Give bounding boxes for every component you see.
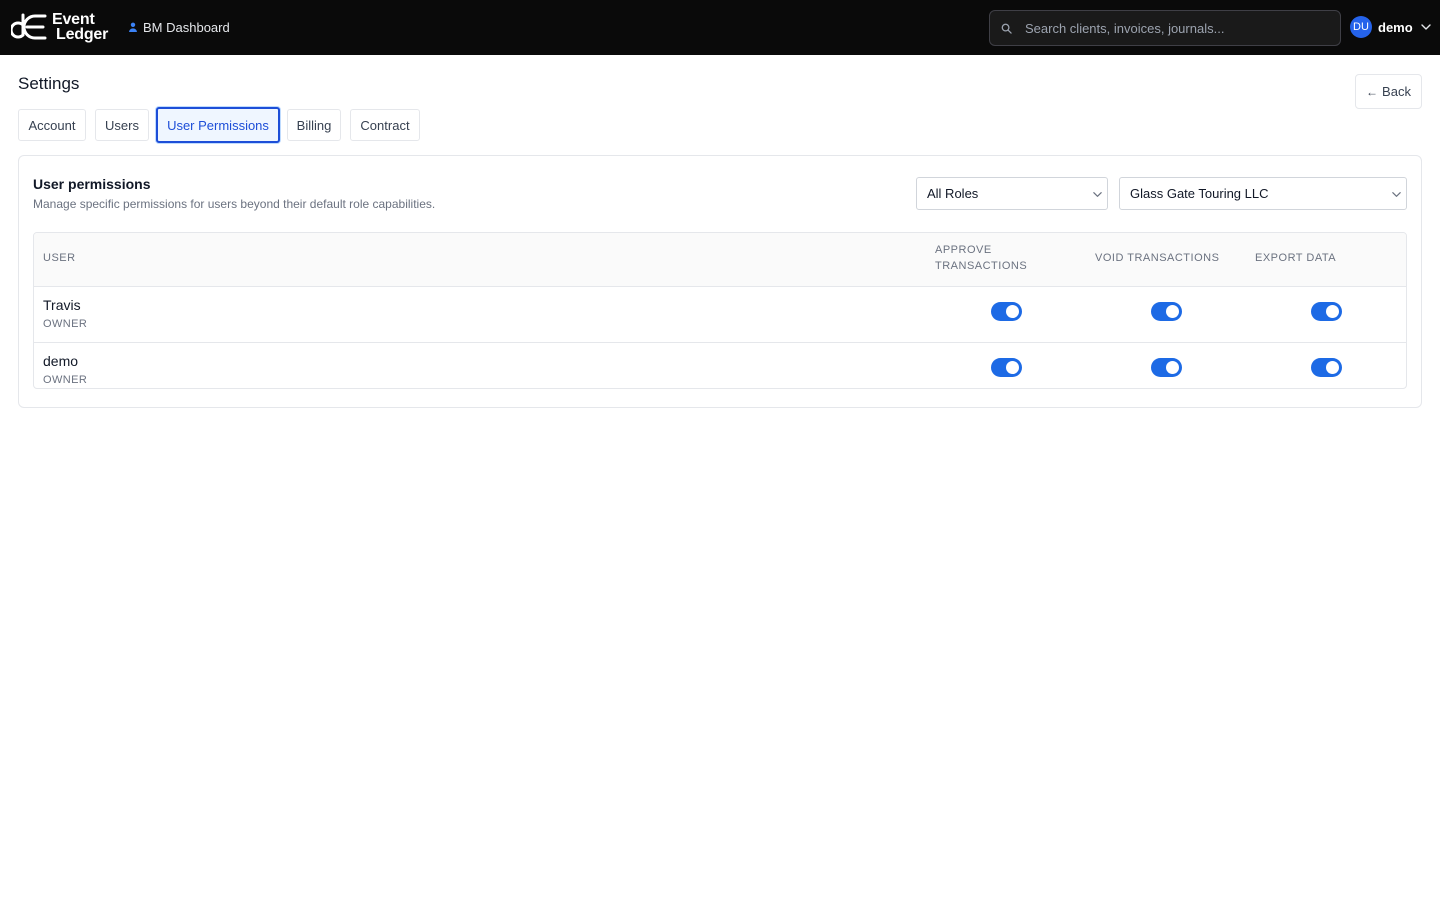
export-data-toggle[interactable]: [1311, 358, 1342, 377]
tab-users[interactable]: Users: [95, 109, 149, 141]
column-header-approve: APPROVE TRANSACTIONS: [935, 242, 1027, 274]
search-icon: [1001, 23, 1012, 34]
export-data-toggle[interactable]: [1311, 302, 1342, 321]
user-name: demo: [1378, 19, 1413, 35]
chevron-down-icon: [1420, 24, 1431, 30]
user-name: Travis: [43, 297, 81, 313]
tab-account[interactable]: Account: [18, 109, 86, 141]
tab-contract[interactable]: Contract: [350, 109, 420, 141]
company-filter-select[interactable]: Glass Gate Touring LLC: [1119, 177, 1407, 210]
column-header-approve-line1: APPROVE: [935, 244, 992, 256]
tab-billing[interactable]: Billing: [287, 109, 341, 141]
global-search[interactable]: [989, 10, 1341, 46]
logo-text-line1: Event: [52, 11, 95, 28]
back-button-label: Back: [1382, 84, 1411, 99]
void-transactions-toggle[interactable]: [1151, 358, 1182, 377]
void-transactions-toggle[interactable]: [1151, 302, 1182, 321]
role-filter-select[interactable]: All Roles: [916, 177, 1108, 210]
user-role: OWNER: [43, 374, 88, 386]
back-button[interactable]: ← Back: [1355, 74, 1422, 109]
logo-wordmark: Event Ledger: [52, 11, 109, 43]
column-header-user: USER: [43, 252, 76, 264]
bm-dashboard-link[interactable]: BM Dashboard: [128, 18, 230, 36]
column-header-void: VOID TRANSACTIONS: [1095, 252, 1220, 264]
logo-mark-icon: [11, 13, 47, 40]
role-filter-value: All Roles: [927, 186, 979, 201]
page-title: Settings: [18, 74, 80, 93]
table-header: USER APPROVE TRANSACTIONS VOID TRANSACTI…: [34, 233, 1406, 287]
tab-user-permissions[interactable]: User Permissions: [156, 107, 280, 143]
column-header-export: EXPORT DATA: [1255, 252, 1337, 264]
permissions-table: USER APPROVE TRANSACTIONS VOID TRANSACTI…: [33, 232, 1407, 389]
table-row: demo OWNER: [34, 343, 1406, 388]
bm-dashboard-label: BM Dashboard: [143, 19, 230, 35]
logo-text-line2: Ledger: [56, 26, 109, 43]
card-subtitle: Manage specific permissions for users be…: [33, 197, 436, 211]
column-header-approve-line2: TRANSACTIONS: [935, 260, 1028, 272]
search-input[interactable]: [1025, 20, 1325, 36]
top-nav-bar: Event Ledger BM Dashboard DU demo: [0, 0, 1440, 55]
user-menu[interactable]: DU demo: [1350, 16, 1432, 38]
table-row: Travis OWNER: [34, 287, 1406, 343]
arrow-left-icon: ←: [1366, 84, 1379, 99]
chevron-down-icon: [1392, 192, 1401, 197]
user-name: demo: [43, 353, 79, 369]
approve-transactions-toggle[interactable]: [991, 302, 1022, 321]
company-filter-value: Glass Gate Touring LLC: [1130, 186, 1269, 201]
chevron-down-icon: [1093, 192, 1102, 197]
card-title: User permissions: [33, 176, 151, 192]
user-permissions-card: User permissions Manage specific permiss…: [18, 155, 1422, 408]
avatar: DU: [1350, 16, 1372, 38]
user-role: OWNER: [43, 318, 88, 330]
approve-transactions-toggle[interactable]: [991, 358, 1022, 377]
event-ledger-logo[interactable]: Event Ledger: [11, 11, 108, 43]
person-icon: [129, 22, 137, 32]
